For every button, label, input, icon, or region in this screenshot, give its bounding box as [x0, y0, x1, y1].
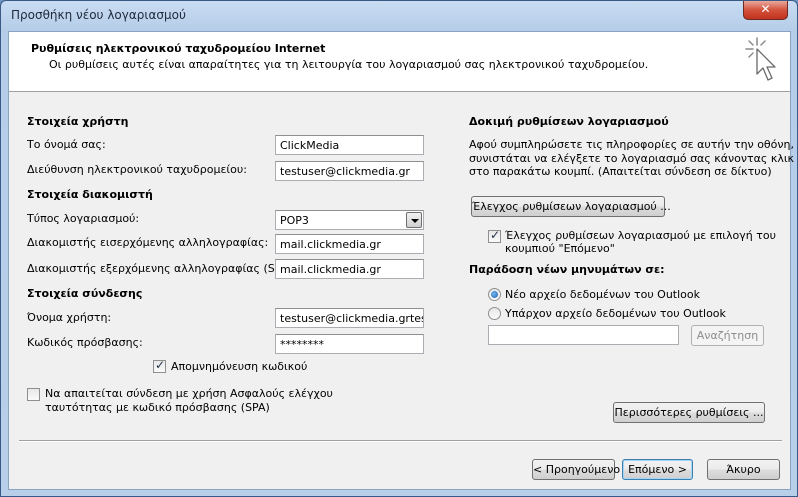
server-info-heading: Στοιχεία διακομιστή [27, 188, 153, 201]
test-settings-heading: Δοκιμή ρυθμίσεων λογαριασμού [469, 115, 669, 128]
close-button[interactable]: ✕ [743, 1, 788, 20]
add-account-window: Προσθήκη νέου λογαριασμού ✕ Ρυθμίσεις ηλ… [0, 0, 798, 497]
auto-test-checkbox[interactable] [488, 228, 501, 243]
remember-password-label: Απομνημόνευση κωδικού [171, 360, 308, 373]
account-type-select[interactable]: POP3 [275, 210, 424, 230]
password-label: Κωδικός πρόσβασης: [27, 336, 143, 349]
cursor-click-icon [745, 37, 776, 81]
close-icon: ✕ [760, 2, 771, 16]
logon-info-heading: Στοιχεία σύνδεσης [27, 287, 143, 300]
email-field[interactable]: testuser@clickmedia.gr [275, 161, 424, 181]
header-title: Ρυθμίσεις ηλεκτρονικού ταχυδρομείου Inte… [31, 42, 326, 55]
existing-data-file-radio[interactable] [488, 307, 501, 320]
name-label: Το όνομά σας: [27, 138, 106, 151]
existing-data-file-path-field[interactable] [488, 325, 679, 345]
test-account-settings-button[interactable]: Έλεγχος ρυθμίσεων λογαριασμού ... [471, 196, 671, 217]
new-data-file-radio[interactable] [488, 288, 501, 301]
delivery-heading: Παράδοση νέων μηνυμάτων σε: [469, 263, 665, 276]
spa-checkbox[interactable] [27, 388, 40, 401]
spa-label-line1: Να απαιτείται σύνδεση με χρήση Ασφαλούς … [45, 387, 333, 400]
next-button[interactable]: Επόμενο > [622, 459, 693, 480]
remember-password-checkbox[interactable] [153, 358, 166, 373]
username-field[interactable]: testuser@clickmedia.grtestuse [275, 308, 424, 328]
browse-button[interactable]: Αναζήτηση [691, 325, 764, 346]
outgoing-server-field[interactable]: mail.clickmedia.gr [275, 259, 424, 279]
email-label: Διεύθυνση ηλεκτρονικού ταχυδρομείου: [27, 163, 247, 176]
more-settings-button[interactable]: Περισσότερες ρυθμίσεις ... [613, 402, 765, 423]
header-subtitle: Οι ρυθμίσεις αυτές είναι απαραίτητες για… [49, 58, 649, 71]
test-settings-desc-line2: συνιστάται να ελέγξετε το λογαριασμό σας… [469, 152, 795, 165]
chevron-down-icon[interactable] [406, 212, 422, 228]
back-button[interactable]: < Προηγούμενο [532, 459, 620, 480]
user-info-heading: Στοιχεία χρήστη [27, 115, 129, 128]
window-title: Προσθήκη νέου λογαριασμού [11, 8, 186, 22]
new-data-file-label: Νέο αρχείο δεδομένων του Outlook [505, 288, 701, 301]
title-bar[interactable]: Προσθήκη νέου λογαριασμού ✕ [1, 1, 797, 31]
dialog-header: Ρυθμίσεις ηλεκτρονικού ταχυδρομείου Inte… [9, 32, 790, 92]
account-type-label: Τύπος λογαριασμού: [27, 212, 140, 225]
auto-test-label-line2: κουμπιού "Επόμενο" [505, 242, 615, 255]
footer-divider [19, 440, 782, 442]
test-settings-desc-line1: Αφού συμπληρώσετε τις πληροφορίες σε αυτ… [469, 138, 794, 151]
spa-label-line2: ταυτότητας με κωδικό πρόσβασης (SPA) [45, 401, 270, 414]
test-settings-desc-line3: στο παρακάτω κουμπί. (Απαιτείται σύνδεση… [469, 165, 772, 178]
incoming-server-field[interactable]: mail.clickmedia.gr [275, 234, 424, 254]
password-field[interactable]: ******** [275, 334, 424, 354]
account-type-value: POP3 [280, 214, 309, 227]
incoming-server-label: Διακομιστής εισερχόμενης αλληλογραφίας: [27, 236, 269, 249]
cancel-button[interactable]: Άκυρο [707, 459, 780, 480]
username-label: Όνομα χρήστη: [27, 311, 112, 324]
outgoing-server-label: Διακομιστής εξερχόμενης αλληλογραφίας (S… [27, 262, 306, 275]
existing-data-file-label: Υπάρχον αρχείο δεδομένων του Outlook [505, 307, 726, 320]
dialog-client-area: Ρυθμίσεις ηλεκτρονικού ταχυδρομείου Inte… [8, 31, 795, 490]
name-field[interactable]: ClickMedia [275, 135, 424, 155]
auto-test-label-line1: Έλεγχος ρυθμίσεων λογαριασμού με επιλογή… [505, 229, 776, 242]
